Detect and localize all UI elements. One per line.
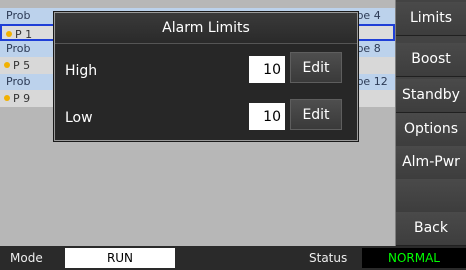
dialog-title: Alarm Limits (55, 13, 357, 44)
probe-header-label: Prob (6, 9, 31, 22)
low-edit-button[interactable]: Edit (290, 99, 342, 130)
sidebar-menu: Limits Boost Standby Options Alm-Pwr Bac… (396, 0, 466, 246)
low-limit-label: Low (65, 110, 93, 126)
probe-name: P 5 (13, 59, 31, 72)
status-dot-icon (4, 62, 10, 68)
status-dot-icon (6, 31, 12, 37)
probe-name: P 9 (13, 92, 31, 105)
probe-header-label: Prob (6, 75, 31, 88)
low-limit-value: 10 (249, 103, 285, 130)
mode-label: Mode (10, 251, 43, 265)
high-limit-value: 10 (249, 56, 285, 83)
status-dot-icon (4, 95, 10, 101)
status-bar: Mode RUN Status NORMAL (0, 246, 466, 270)
probe-name: P 1 (15, 28, 33, 41)
mode-value: RUN (65, 248, 175, 268)
limits-button[interactable]: Limits (396, 2, 466, 36)
blank-button[interactable] (396, 179, 466, 213)
alarm-limits-dialog: Alarm Limits High 10 Edit Low 10 Edit (54, 12, 358, 141)
high-edit-button[interactable]: Edit (290, 52, 342, 83)
standby-button[interactable]: Standby (396, 79, 466, 113)
boost-button[interactable]: Boost (396, 43, 466, 77)
probe-cell[interactable]: P 9 (0, 90, 30, 107)
status-value: NORMAL (362, 248, 466, 268)
back-button[interactable]: Back (396, 212, 466, 246)
probe-cell[interactable]: P 5 (0, 57, 30, 74)
status-label: Status (309, 251, 348, 265)
alm-pwr-button[interactable]: Alm-Pwr (396, 146, 466, 180)
probe-header-label: Prob (6, 42, 31, 55)
options-button[interactable]: Options (396, 113, 466, 147)
high-limit-label: High (65, 63, 98, 79)
